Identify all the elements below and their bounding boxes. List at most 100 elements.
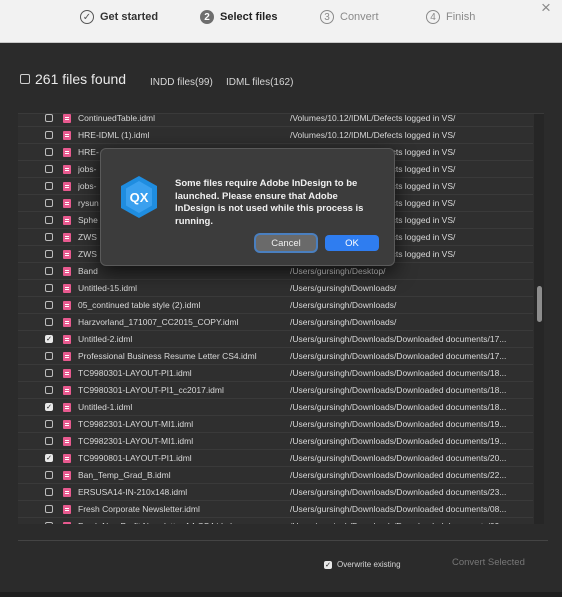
file-row-checkbox[interactable] [45,352,53,360]
idml-file-icon [63,232,71,242]
file-row[interactable]: TC9982301-LAYOUT-MI1.idml/Users/gursingh… [18,416,533,433]
file-row-checkbox[interactable]: ✓ [45,454,53,462]
idml-file-icon [63,198,71,208]
file-row-checkbox[interactable] [45,114,53,122]
file-row[interactable]: Harzvorland_171007_CC2015_COPY.idml/User… [18,314,533,331]
file-row[interactable]: HRE-IDML (1).idml/Volumes/10.12/IDML/Def… [18,127,533,144]
select-all-checkbox[interactable] [20,74,30,84]
idml-file-icon [63,215,71,225]
file-row-checkbox[interactable] [45,233,53,241]
file-name: HRE-IDML (1).idml [78,130,150,140]
file-row[interactable]: Ban_Temp_Grad_B.idml/Users/gursingh/Down… [18,467,533,484]
file-row[interactable]: ✓ Untitled-1.idml/Users/gursingh/Download… [18,399,533,416]
file-path: /Users/gursingh/Downloads/Downloaded doc… [290,487,507,497]
file-path: /Users/gursingh/Downloads/Downloaded doc… [290,470,507,480]
file-row-checkbox[interactable] [45,148,53,156]
cancel-button[interactable]: Cancel [256,235,316,251]
file-row-checkbox[interactable]: ✓ [45,403,53,411]
select-all-toggle[interactable]: 261 files found [20,71,126,87]
idml-file-icon [63,504,71,514]
idml-file-icon [63,419,71,429]
idml-file-icon [63,164,71,174]
file-name: Untitled-2.idml [78,334,133,344]
file-row-checkbox[interactable] [45,471,53,479]
file-row-checkbox[interactable] [45,437,53,445]
file-name: Ban_Temp_Grad_B.idml [78,470,171,480]
step-label: Finish [446,11,476,23]
file-row-checkbox[interactable] [45,199,53,207]
file-name: Untitled-1.idml [78,402,133,412]
file-row[interactable]: Professional Business Resume Letter CS4.… [18,348,533,365]
convert-selected-button[interactable]: Convert Selected [452,557,525,568]
file-row[interactable]: TC9982301-LAYOUT-MI1.idml/Users/gursingh… [18,433,533,450]
step-number: 4 [426,10,440,24]
file-path: /Users/gursingh/Downloads/ [290,283,397,293]
idml-file-icon [63,130,71,140]
scrollbar[interactable] [534,114,544,524]
file-row[interactable]: Untitled-15.idml/Users/gursingh/Download… [18,280,533,297]
idml-file-icon [63,351,71,361]
dialog-message: Some files require Adobe InDesign to be … [175,178,364,227]
file-row-checkbox[interactable] [45,301,53,309]
file-row[interactable]: ContinuedTable.idml/Volumes/10.12/IDML/D… [18,113,533,127]
file-row[interactable]: 05_continued table style (2).idml/Users/… [18,297,533,314]
file-row[interactable]: Fresh Non-Profit Newsletter A4 CS4.idml/… [18,518,533,524]
ok-button[interactable]: OK [325,235,379,251]
file-row-checkbox[interactable] [45,267,53,275]
idml-file-icon [63,470,71,480]
check-icon: ✓ [80,10,94,24]
step-convert: 3 Convert [320,10,379,24]
file-name: TC9980301-LAYOUT-PI1_cc2017.idml [78,385,224,395]
idml-file-icon [63,147,71,157]
file-row-checkbox[interactable] [45,386,53,394]
file-row-checkbox[interactable] [45,505,53,513]
file-path: /Users/gursingh/Downloads/Downloaded doc… [290,351,507,361]
file-row[interactable]: TC9980301-LAYOUT-PI1.idml/Users/gursingh… [18,365,533,382]
file-row-checkbox[interactable] [45,182,53,190]
file-name: TC9980301-LAYOUT-PI1.idml [78,368,192,378]
file-row[interactable]: ERSUSA14-IN-210x148.idml/Users/gursingh/… [18,484,533,501]
filter-idml-files[interactable]: IDML files(162) [226,77,293,88]
step-number: 2 [200,10,214,24]
file-path: /Users/gursingh/Downloads/Downloaded doc… [290,521,520,524]
scrollbar-thumb[interactable] [537,286,542,322]
step-get-started: ✓ Get started [80,10,158,24]
file-row-checkbox[interactable]: ✓ [45,335,53,343]
idml-file-icon [63,300,71,310]
file-row[interactable]: ✓ Untitled-2.idml/Users/gursingh/Download… [18,331,533,348]
close-icon[interactable]: × [538,0,554,16]
file-row[interactable]: ✓ TC9990801-LAYOUT-PI1.idml/Users/gursing… [18,450,533,467]
file-row-checkbox[interactable] [45,284,53,292]
file-name: Harzvorland_171007_CC2015_COPY.idml [78,317,239,327]
overwrite-checkbox[interactable]: ✓ [324,560,332,569]
idml-file-icon [63,181,71,191]
file-path: /Users/gursingh/Downloads/Downloaded doc… [290,419,507,429]
idml-file-icon [63,521,71,524]
file-row[interactable]: Fresh Corporate Newsletter.idml/Users/gu… [18,501,533,518]
file-path: /Users/gursingh/Downloads/Downloaded doc… [290,402,507,412]
file-row-checkbox[interactable] [45,165,53,173]
overwrite-label: Overwrite existing [337,560,401,569]
indesign-warning-dialog: QX Some files require Adobe InDesign to … [100,148,395,266]
file-row-checkbox[interactable] [45,369,53,377]
file-name: TC9982301-LAYOUT-MI1.idml [78,419,194,429]
window-bottom-edge [0,592,562,597]
idml-file-icon [63,317,71,327]
file-row-checkbox[interactable] [45,216,53,224]
file-row[interactable]: TC9980301-LAYOUT-PI1_cc2017.idml/Users/g… [18,382,533,399]
files-found-count: 261 files found [35,71,127,87]
file-name: ContinuedTable.idml [78,113,156,123]
file-name: ERSUSA14-IN-210x148.idml [78,487,188,497]
file-row-checkbox[interactable] [45,420,53,428]
idml-file-icon [63,249,71,259]
file-row-checkbox[interactable] [45,131,53,139]
file-path: /Users/gursingh/Desktop/ [290,266,386,276]
file-row-checkbox[interactable] [45,522,53,524]
idml-file-icon [63,385,71,395]
file-row-checkbox[interactable] [45,318,53,326]
file-row-checkbox[interactable] [45,488,53,496]
filter-indd-files[interactable]: INDD files(99) [150,77,213,88]
overwrite-existing-toggle[interactable]: ✓ Overwrite existing [324,560,401,569]
idml-file-icon [63,334,71,344]
file-row-checkbox[interactable] [45,250,53,258]
